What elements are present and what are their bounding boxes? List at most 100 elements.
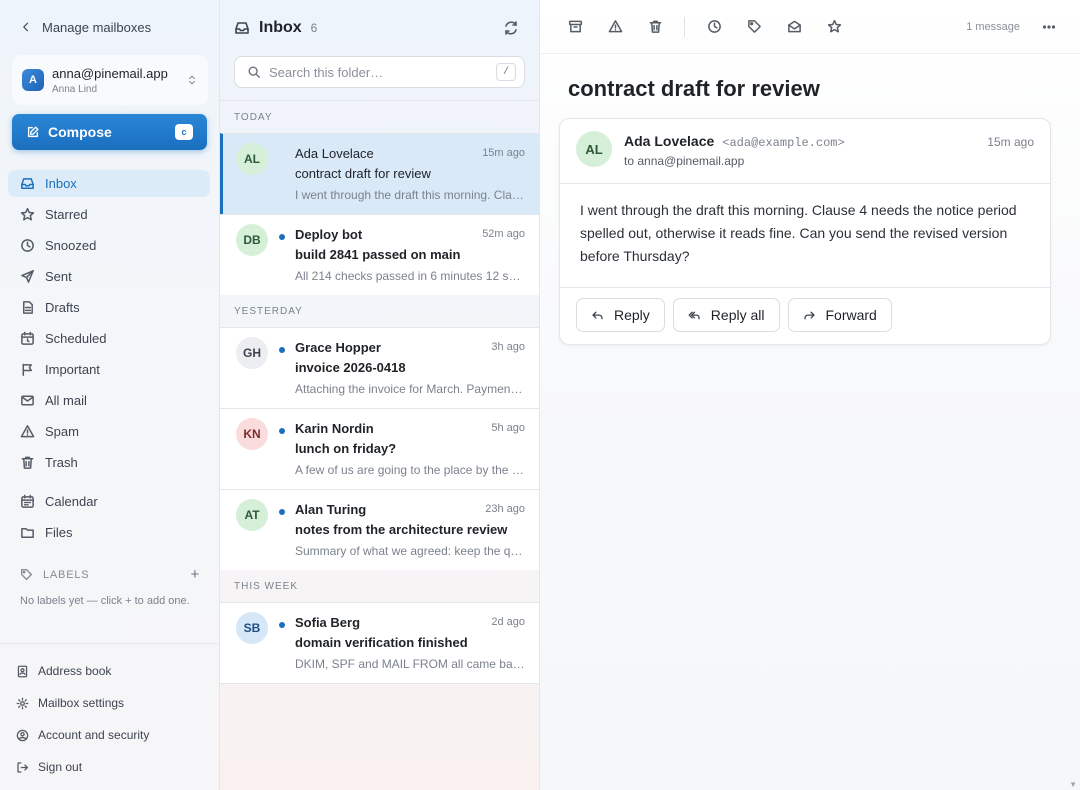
sign-out-link[interactable]: Sign out [16, 751, 206, 783]
manage-mailboxes-link[interactable]: Manage mailboxes [20, 18, 151, 36]
account-email: anna@pinemail.app [52, 65, 168, 81]
message-subject: build 2841 passed on main [295, 247, 461, 262]
reply-all-icon [688, 311, 700, 319]
scroll-down-arrow[interactable]: ▼ [1069, 780, 1077, 789]
refresh-button[interactable] [497, 14, 525, 42]
nav-item-inbox[interactable]: Inbox [8, 170, 210, 197]
search-icon [248, 66, 260, 78]
account-switcher[interactable]: A anna@pinemail.app Anna Lind [12, 55, 208, 105]
nav-label: Snoozed [45, 238, 97, 253]
nav-item-scheduled[interactable]: Scheduled [8, 323, 210, 354]
star-button[interactable] [823, 16, 845, 38]
unread-dot [279, 509, 285, 515]
list-header: Inbox 6 [220, 0, 539, 56]
mailbox-settings-link[interactable]: Mailbox settings [16, 687, 206, 719]
sender-avatar: AT [236, 499, 268, 531]
account-avatar: A [22, 69, 44, 91]
group-header: TODAY [234, 111, 273, 123]
folder-icon [21, 528, 34, 538]
forward-icon [803, 311, 815, 319]
nav-item-spam[interactable]: Spam [8, 416, 210, 447]
message-from: Ada Lovelace <ada@example.com> [624, 133, 845, 150]
message-list-pane: Inbox 6 / TODAY AL Ada Lovelace 15m ago cont… [220, 0, 540, 790]
nav-label: All mail [45, 393, 87, 408]
nav-item-starred[interactable]: Starred [8, 199, 210, 230]
report-spam-button[interactable] [604, 16, 626, 38]
message-preview: Summary of what we agreed: keep the queu… [295, 544, 525, 558]
footer-label: Sign out [38, 760, 83, 774]
nav-item-important[interactable]: Important [8, 354, 210, 385]
more-options-button[interactable] [1038, 16, 1060, 38]
pencil-square-icon [27, 126, 39, 138]
sender-avatar: KN [236, 418, 268, 450]
nav-item-snoozed[interactable]: Snoozed [8, 230, 210, 261]
nav-item-drafts[interactable]: Drafts [8, 292, 210, 323]
message-list-item[interactable]: DB Deploy bot 52m ago build 2841 passed on … [220, 214, 539, 295]
nav-label: Drafts [45, 300, 80, 315]
chevron-left-icon [23, 22, 29, 32]
account-security-link[interactable]: Account and security [16, 719, 206, 751]
message-toolbar: 1 message [540, 0, 1080, 54]
sender-address: <ada@example.com> [722, 136, 845, 150]
message-subject: contract draft for review [295, 166, 431, 181]
nav-item-sent[interactable]: Sent [8, 261, 210, 292]
message-body: I went through the draft this morning. C… [580, 202, 1017, 264]
message-list-item[interactable]: AT Alan Turing 23h ago notes from the archi… [220, 489, 539, 570]
sidebar-footer: Address book Mailbox settings Account an… [16, 655, 206, 783]
mail-icon [21, 395, 34, 406]
snooze-button[interactable] [703, 16, 725, 38]
archive-button[interactable] [564, 16, 586, 38]
message-time: 5h ago [491, 422, 525, 434]
message-list-item[interactable]: AL Ada Lovelace 15m ago contract draft for … [220, 133, 539, 214]
footer-label: Mailbox settings [38, 696, 125, 710]
message-card: AL Ada Lovelace <ada@example.com> to ann… [559, 118, 1051, 345]
nav-label: Sent [45, 269, 72, 284]
inbox-icon [21, 178, 34, 189]
trash-icon [21, 456, 34, 469]
forward-button[interactable]: Forward [787, 298, 892, 332]
nav-item-files[interactable]: Files [8, 517, 210, 548]
sender-name: Ada Lovelace [624, 133, 715, 149]
account-name: Anna Lind [52, 83, 98, 95]
flag-icon [22, 363, 32, 376]
label-button[interactable] [743, 16, 765, 38]
mark-read-button[interactable] [783, 16, 805, 38]
nav-item-all-mail[interactable]: All mail [8, 385, 210, 416]
sender-avatar: AL [236, 143, 268, 175]
address-book-link[interactable]: Address book [16, 655, 206, 687]
unread-dot [279, 347, 285, 353]
message-list-item[interactable]: GH Grace Hopper 3h ago invoice 2026-0418 Att… [220, 327, 539, 408]
reply-button[interactable]: Reply [576, 298, 665, 332]
nav-label: Important [45, 362, 100, 377]
message-preview: Attaching the invoice for March. Payment… [295, 382, 525, 396]
calendar-icon [21, 494, 34, 508]
user-circle-icon [16, 729, 29, 741]
delete-button[interactable] [644, 16, 666, 38]
message-list-item[interactable]: SB Sofia Berg 2d ago domain verification fi… [220, 602, 539, 683]
archive-icon [568, 20, 582, 33]
labels-section-header: LABELS + [20, 566, 200, 583]
message-subject: lunch on friday? [295, 441, 397, 456]
mark-read-icon [787, 20, 801, 33]
nav-label: Spam [45, 424, 79, 439]
snooze-icon [707, 20, 721, 33]
add-label-button[interactable]: + [190, 566, 200, 583]
folder-count: 6 [310, 21, 318, 35]
message-recipient: to anna@pinemail.app [624, 154, 745, 168]
nav-item-calendar[interactable]: Calendar [8, 486, 210, 517]
reply-all-button[interactable]: Reply all [672, 298, 780, 332]
message-preview: I went through the draft this morning. C… [295, 188, 525, 202]
message-list-item[interactable]: KN Karin Nordin 5h ago lunch on friday? A fe… [220, 408, 539, 489]
message-subject: invoice 2026-0418 [295, 360, 406, 375]
compose-button[interactable]: Compose c [12, 114, 207, 150]
thread-subject: contract draft for review [568, 76, 820, 101]
folder-title: Inbox [259, 19, 302, 36]
message-actions: Reply Reply all Forward [576, 298, 892, 332]
message-time: 23h ago [485, 503, 525, 515]
report-spam-icon [608, 20, 622, 33]
message-sender: Ada Lovelace [295, 146, 374, 161]
search-input[interactable] [269, 64, 496, 80]
inbox-icon [235, 22, 249, 34]
tag-icon [747, 20, 761, 33]
nav-item-trash[interactable]: Trash [8, 447, 210, 478]
